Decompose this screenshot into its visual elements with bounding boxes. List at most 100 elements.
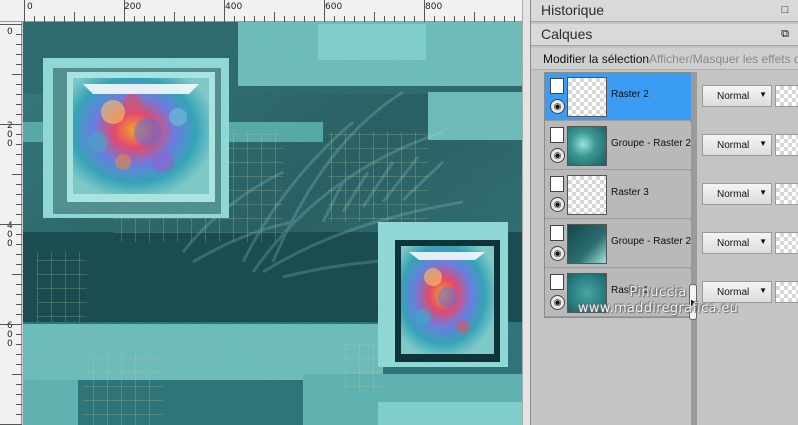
layers-list: ◉ Raster 2 ◉ Groupe - Raster 2 ◉ Raster … xyxy=(544,72,691,318)
blend-mode-value: Normal xyxy=(717,287,750,298)
ruler-tick xyxy=(16,344,22,345)
layer-row[interactable]: ◉ Groupe - Raster 2 xyxy=(545,220,691,268)
eye-icon[interactable]: ◉ xyxy=(550,246,565,261)
layer-properties-row: Normal ▼ xyxy=(699,268,798,316)
splitter-grip[interactable]: ▶ xyxy=(689,284,697,320)
layer-thumbnail xyxy=(567,224,607,264)
ruler-tick xyxy=(424,0,425,22)
ruler-tick xyxy=(0,24,22,25)
ruler-tick xyxy=(16,194,22,195)
chevron-down-icon: ▼ xyxy=(759,139,767,148)
ruler-tick xyxy=(374,12,375,22)
ruler-tick xyxy=(16,294,22,295)
layers-panel-title: Calques xyxy=(541,26,593,42)
ruler-tick xyxy=(474,12,475,22)
eye-icon[interactable]: ◉ xyxy=(550,197,565,212)
horizontal-ruler[interactable]: 0 200 400 600 800 xyxy=(0,0,530,22)
ruler-tick xyxy=(0,224,22,225)
restore-icon[interactable]: ⧉ xyxy=(779,28,791,40)
ruler-tick xyxy=(16,334,22,335)
edit-selection-button[interactable]: Modifier la sélection xyxy=(543,52,649,66)
ruler-label: 4 0 0 xyxy=(7,221,13,249)
layer-name: Raster 1 xyxy=(611,285,649,296)
ruler-tick xyxy=(16,114,22,115)
eye-icon[interactable]: ◉ xyxy=(550,295,565,310)
ruler-tick xyxy=(16,254,22,255)
opacity-swatch[interactable] xyxy=(775,232,798,254)
ruler-tick xyxy=(16,154,22,155)
blend-mode-select[interactable]: Normal ▼ xyxy=(702,85,772,107)
image-canvas[interactable] xyxy=(23,22,522,425)
layer-mask-icon[interactable] xyxy=(550,225,564,241)
blend-mode-select[interactable]: Normal ▼ xyxy=(702,281,772,303)
ruler-tick xyxy=(12,374,22,375)
layer-thumbnail xyxy=(567,273,607,313)
layer-properties-row: Normal ▼ xyxy=(699,219,798,267)
canvas-vertical-scrollbar[interactable] xyxy=(522,0,530,425)
blend-mode-value: Normal xyxy=(717,91,750,102)
ruler-tick xyxy=(16,104,22,105)
panel-splitter[interactable] xyxy=(691,72,697,425)
side-panel: Historique □ Calques ⧉ Modifier la sélec… xyxy=(530,0,798,425)
opacity-swatch[interactable] xyxy=(775,85,798,107)
ruler-tick xyxy=(24,0,25,22)
layer-properties-row: Normal ▼ xyxy=(699,170,798,218)
layer-name: Raster 3 xyxy=(611,187,649,198)
ruler-tick xyxy=(16,244,22,245)
ruler-tick xyxy=(324,0,325,22)
ruler-tick xyxy=(16,364,22,365)
ruler-tick xyxy=(16,394,22,395)
chevron-down-icon: ▼ xyxy=(759,188,767,197)
ruler-tick xyxy=(16,34,22,35)
layer-row[interactable]: ◉ Raster 3 xyxy=(545,171,691,219)
layer-name: Groupe - Raster 2 xyxy=(611,138,692,149)
ruler-tick xyxy=(16,94,22,95)
blend-mode-select[interactable]: Normal ▼ xyxy=(702,183,772,205)
layer-row[interactable]: ◉ Raster 2 xyxy=(545,73,691,121)
ruler-tick xyxy=(16,264,22,265)
layer-mask-icon[interactable] xyxy=(550,78,564,94)
history-panel-header[interactable]: Historique □ xyxy=(531,0,798,22)
ruler-label: 2 0 0 xyxy=(7,121,13,149)
ruler-tick xyxy=(16,164,22,165)
ruler-tick xyxy=(16,284,22,285)
chevron-down-icon: ▼ xyxy=(759,237,767,246)
vertical-ruler[interactable]: 0 2 0 0 4 0 0 6 0 0 xyxy=(0,22,22,425)
eye-icon[interactable]: ◉ xyxy=(550,99,565,114)
layer-row[interactable]: ◉ Raster 1 xyxy=(545,269,691,317)
ruler-label: 0 xyxy=(27,2,33,12)
blend-mode-select[interactable]: Normal ▼ xyxy=(702,232,772,254)
ruler-tick xyxy=(16,214,22,215)
layers-panel-header[interactable]: Calques ⧉ xyxy=(531,24,798,46)
blend-mode-value: Normal xyxy=(717,140,750,151)
chevron-down-icon: ▼ xyxy=(759,90,767,99)
ruler-tick xyxy=(16,204,22,205)
layer-mask-icon[interactable] xyxy=(550,274,564,290)
ruler-tick xyxy=(74,12,75,22)
toggle-effects-button[interactable]: Afficher/Masquer les effets de xyxy=(649,52,798,66)
ruler-tick xyxy=(16,64,22,65)
layer-mask-icon[interactable] xyxy=(550,176,564,192)
ruler-label: 6 0 0 xyxy=(7,321,13,349)
ruler-label: 0 xyxy=(7,27,13,37)
opacity-swatch[interactable] xyxy=(775,281,798,303)
ruler-label: 600 xyxy=(325,2,343,12)
layer-mask-icon[interactable] xyxy=(550,127,564,143)
layer-thumbnail xyxy=(567,126,607,166)
blend-mode-value: Normal xyxy=(717,238,750,249)
app-window: 0 200 400 600 800 0 2 0 0 4 0 0 6 0 0 Hi… xyxy=(0,0,798,425)
chevron-right-icon: ▶ xyxy=(691,298,698,307)
eye-icon[interactable]: ◉ xyxy=(550,148,565,163)
ruler-tick xyxy=(16,354,22,355)
layer-name: Raster 2 xyxy=(611,89,649,100)
opacity-swatch[interactable] xyxy=(775,183,798,205)
ruler-tick xyxy=(16,404,22,405)
ruler-tick xyxy=(12,174,22,175)
blend-mode-select[interactable]: Normal ▼ xyxy=(702,134,772,156)
history-panel-title: Historique xyxy=(541,2,605,18)
layers-toolbar: Modifier la sélection Afficher/Masquer l… xyxy=(531,48,798,70)
layer-row[interactable]: ◉ Groupe - Raster 2 xyxy=(545,122,691,170)
opacity-swatch[interactable] xyxy=(775,134,798,156)
maximize-icon[interactable]: □ xyxy=(779,4,791,16)
chevron-down-icon: ▼ xyxy=(759,286,767,295)
